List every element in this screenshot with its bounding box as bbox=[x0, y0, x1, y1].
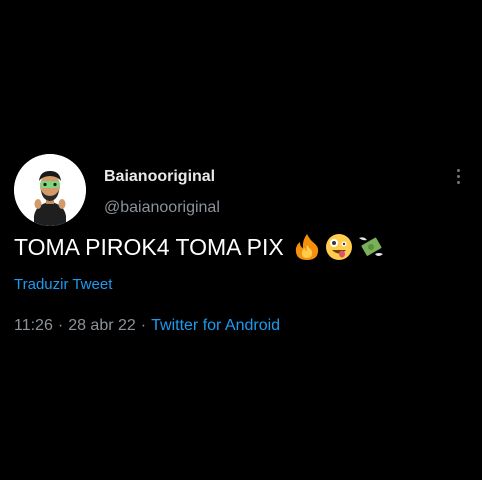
more-options-icon bbox=[456, 168, 460, 172]
more-options-button[interactable] bbox=[448, 164, 468, 188]
tweet-emojis bbox=[292, 232, 386, 262]
tweet-text: TOMA PIROK4 TOMA PIX bbox=[14, 233, 284, 260]
display-name[interactable]: Baianooriginal bbox=[104, 168, 215, 186]
tweet-source-link[interactable]: Twitter for Android bbox=[151, 317, 280, 334]
tweet-card: Baianooriginal @baianooriginal TOMA PIRO… bbox=[0, 0, 482, 480]
zany-face-emoji-icon bbox=[325, 234, 352, 260]
separator: · bbox=[57, 317, 64, 334]
avatar[interactable] bbox=[14, 154, 86, 226]
tweet-metadata: 11:26 · 28 abr 22 · Twitter for Android bbox=[14, 317, 280, 335]
money-with-wings-emoji-icon bbox=[358, 237, 383, 256]
translate-tweet-link[interactable]: Traduzir Tweet bbox=[14, 276, 112, 293]
tweet-body: TOMA PIROK4 TOMA PIX bbox=[14, 232, 386, 262]
user-handle[interactable]: @baianooriginal bbox=[104, 199, 220, 217]
tweet-time[interactable]: 11:26 bbox=[14, 317, 53, 334]
tweet-date[interactable]: 28 abr 22 bbox=[68, 317, 136, 334]
separator: · bbox=[140, 317, 147, 334]
fire-emoji-icon bbox=[295, 234, 318, 260]
more-options-icon-dot bbox=[456, 174, 460, 178]
more-options-icon-dot bbox=[456, 180, 460, 184]
